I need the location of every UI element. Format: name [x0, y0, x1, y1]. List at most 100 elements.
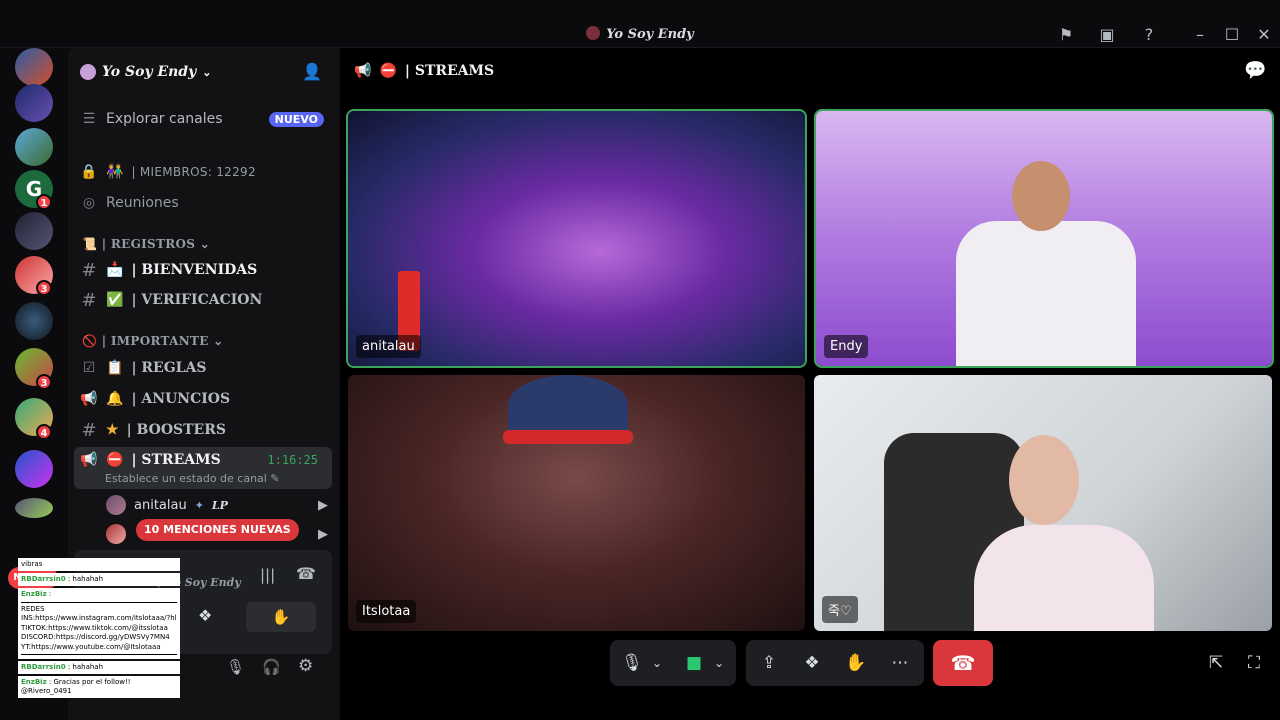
announcement-icon: 📢 [80, 391, 98, 407]
server-name: Yo Soy Endy [102, 64, 197, 80]
channel-boosters[interactable]: # ★ | BOOSTERS [80, 415, 332, 445]
headphones-icon[interactable]: 🎧 [262, 658, 281, 676]
mail-emoji-icon: 📩 [106, 262, 124, 278]
share-screen-icon[interactable]: ⇪ [749, 643, 789, 683]
server-header[interactable]: Yo Soy Endy ⌄ [80, 60, 211, 84]
server-icon-2[interactable] [15, 84, 53, 122]
server-icon-10[interactable] [15, 450, 53, 488]
soundboard-icon[interactable]: ✋ [836, 643, 876, 683]
more-options-icon[interactable]: ⋯ [880, 643, 920, 683]
video-feed [974, 525, 1154, 631]
video-feed [508, 375, 628, 435]
server-icon-7[interactable] [15, 302, 53, 340]
noise-suppression-icon[interactable]: ||| [260, 566, 275, 584]
category-registros[interactable]: 📜 | REGISTROS ⌄ [82, 237, 210, 251]
mute-mic-icon[interactable]: 🎙 [226, 658, 245, 676]
channel-anuncios[interactable]: 📢 🔔 | ANUNCIOS [80, 384, 332, 414]
voice-user-anitalau[interactable]: anitalau ✦ LP ▶ [106, 491, 328, 519]
server-list: G 1 3 3 4 NUEVO [0, 48, 68, 589]
bell-emoji-icon: 🔔 [106, 391, 124, 407]
divider [21, 654, 177, 655]
broadcast-icon: ◎ [82, 195, 96, 211]
chevron-down-icon: ⌄ [202, 65, 212, 79]
voice-call-view: 📢 ⛔ | STREAMS 💬 anitalau Endy Itslotaa 죽… [340, 48, 1280, 720]
activities-icon[interactable]: ❖ [198, 606, 212, 625]
participant-name: Itslotaa [356, 600, 417, 623]
star-emoji-icon: ★ [106, 422, 119, 438]
video-tile-anitalau[interactable]: anitalau [348, 111, 805, 366]
participant-name: 죽♡ [822, 596, 858, 623]
video-feed [1009, 435, 1079, 525]
channel-bienvenidas[interactable]: # 📩 | BIENVENIDAS [80, 255, 332, 285]
video-tile-itslotaa[interactable]: Itslotaa [348, 375, 805, 631]
category-importante[interactable]: 🚫 | IMPORTANTE ⌄ [82, 334, 224, 348]
streams-timer: 1:16:25 [267, 453, 318, 467]
server-icon-11[interactable] [15, 498, 53, 518]
browse-channels-icon: ☰ [82, 111, 96, 127]
title-bar: Yo Soy Endy ⚑ ▣ ? – ☐ ✕ [0, 0, 1280, 48]
pop-out-icon[interactable]: ⇱ [1196, 643, 1236, 683]
video-tile-endy[interactable]: Endy [816, 111, 1272, 366]
participant-name: Endy [824, 335, 869, 358]
text-channel-icon: # [81, 259, 97, 281]
invite-people-icon[interactable]: 👤 [302, 62, 322, 81]
avatar [106, 495, 126, 515]
disconnect-call-button[interactable]: ☎ [933, 640, 993, 686]
chevron-down-icon: ⌄ [213, 334, 224, 348]
rules-channel-icon: ☑ [82, 360, 96, 376]
meetings-channel[interactable]: ◎ Reuniones [80, 188, 332, 218]
inbox-flag-icon[interactable]: ⚑ [1055, 24, 1077, 46]
stream-overlay-chat: vibras RBDarrsin0 : hahahah EnzBiz : RED… [18, 558, 180, 718]
hang-up-icon: ☎ [950, 651, 976, 675]
channel-verificacion[interactable]: # ✅ | VERIFICACION [80, 285, 332, 315]
scroll-emoji-icon: 📜 [82, 237, 98, 251]
chat-bubble-icon[interactable]: 💬 [1244, 60, 1266, 81]
call-header: 📢 ⛔ | STREAMS [354, 60, 494, 82]
server-avatar-small [586, 26, 601, 40]
video-camera-icon: ▶ [318, 497, 328, 513]
video-feed [1012, 161, 1070, 231]
chat-message: EnzBiz : Gracias por el follow!! @Rivero_… [18, 676, 180, 698]
mentions-inbox-icon[interactable]: ▣ [1096, 24, 1118, 46]
maximize-icon[interactable]: ☐ [1221, 24, 1243, 46]
server-icon-3[interactable] [15, 128, 53, 166]
members-channel[interactable]: 🔒 👫 | MIEMBROS: 12292 [80, 157, 332, 187]
user-settings-gear-icon[interactable]: ⚙ [298, 656, 313, 676]
chat-message: EnzBiz : REDES INS:https://www.instagram… [18, 588, 180, 659]
chevron-down-icon: ⌄ [199, 237, 211, 251]
video-tile-user4[interactable]: 죽♡ [814, 375, 1272, 631]
fullscreen-icon[interactable]: ⛶ [1234, 643, 1274, 683]
chat-message: vibras [18, 558, 180, 571]
sparkle-icon: ✦ [194, 498, 204, 512]
participant-name: anitalau [356, 335, 421, 358]
channel-status-hint[interactable]: Establece un estado de canal ✎ [105, 472, 280, 485]
close-icon[interactable]: ✕ [1253, 24, 1275, 46]
chat-message: RBDarrsin0 : hahahah [18, 573, 180, 586]
notification-badge: 4 [36, 424, 52, 440]
mic-options-chevron-icon[interactable]: ⌄ [642, 643, 672, 683]
server-icon-5[interactable] [15, 212, 53, 250]
new-badge: NUEVO [268, 111, 324, 127]
camera-options-chevron-icon[interactable]: ⌄ [704, 643, 734, 683]
new-mentions-pill[interactable]: 10 MENCIONES NUEVAS [136, 519, 299, 541]
window-title: Yo Soy Endy [0, 26, 1280, 42]
channel-streams[interactable]: 📢 ⛔ | STREAMS 1:16:25 [80, 445, 332, 475]
divider [21, 601, 177, 603]
minimize-icon[interactable]: – [1189, 24, 1211, 46]
video-camera-icon: ▶ [318, 526, 328, 542]
list-emoji-icon: 📋 [106, 360, 124, 376]
help-icon[interactable]: ? [1138, 24, 1160, 46]
activities-icon[interactable]: ❖ [792, 643, 832, 683]
disconnect-icon[interactable]: ☎ [296, 564, 316, 583]
notification-badge: 3 [36, 374, 52, 390]
user-tag: LP [211, 498, 228, 512]
browse-channels-label: Explorar canales [106, 111, 223, 127]
browse-channels-item[interactable]: ☰ Explorar canales NUEVO [80, 104, 332, 134]
stage-voice-icon: 📢 [80, 452, 98, 468]
soundboard-icon[interactable]: ✋ [246, 602, 316, 632]
prohibited-emoji-icon: 🚫 [82, 334, 98, 348]
call-channel-title: | STREAMS [404, 63, 495, 79]
server-icon-1[interactable] [15, 48, 53, 86]
channel-reglas[interactable]: ☑ 📋 | REGLAS [80, 353, 332, 383]
pencil-icon: ✎ [270, 472, 280, 485]
